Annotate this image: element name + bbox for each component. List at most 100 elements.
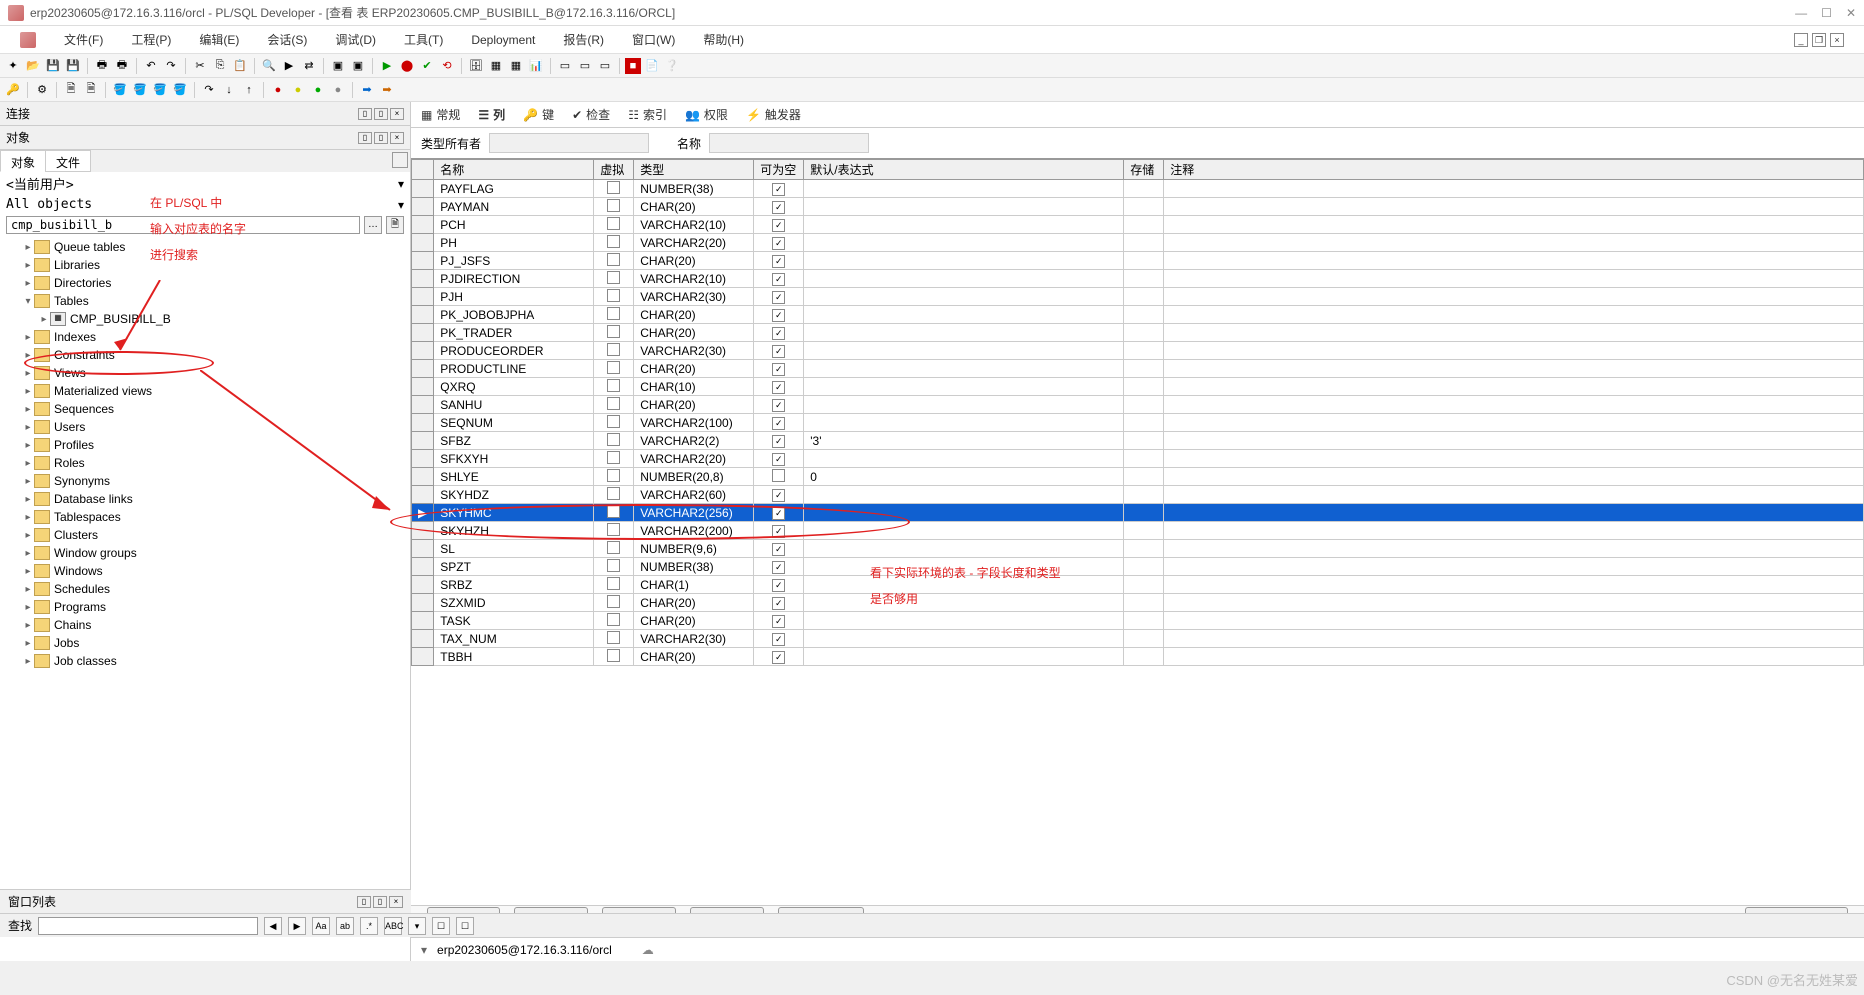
expand-icon[interactable]: ▸ xyxy=(22,602,34,613)
cell-default[interactable] xyxy=(804,504,1124,522)
mdi-close-icon[interactable]: × xyxy=(1830,33,1844,47)
cell-comment[interactable] xyxy=(1164,540,1864,558)
table-row[interactable]: PJ_JSFSCHAR(20) xyxy=(412,252,1864,270)
tab-files[interactable]: 文件 xyxy=(45,150,91,172)
cell-storage[interactable] xyxy=(1124,414,1164,432)
cell-name[interactable]: SKYHZH xyxy=(434,522,594,540)
cell-virtual[interactable] xyxy=(594,324,634,342)
tab-checks[interactable]: ✔检查 xyxy=(572,106,610,123)
cell-storage[interactable] xyxy=(1124,540,1164,558)
find-mark-icon[interactable]: ABC xyxy=(384,917,402,935)
tree-folder-node[interactable]: ▸Libraries xyxy=(0,256,410,274)
dot-green-icon[interactable]: ● xyxy=(309,81,327,99)
column-header[interactable]: 注释 xyxy=(1164,160,1864,180)
cell-default[interactable] xyxy=(804,576,1124,594)
cell-comment[interactable] xyxy=(1164,630,1864,648)
cell-nullable[interactable] xyxy=(754,432,804,450)
panel-close-icon[interactable]: × xyxy=(390,132,404,144)
cell-nullable[interactable] xyxy=(754,468,804,486)
cell-type[interactable]: CHAR(20) xyxy=(634,252,754,270)
cell-storage[interactable] xyxy=(1124,180,1164,198)
cell-default[interactable] xyxy=(804,594,1124,612)
tree-folder-node[interactable]: ▸Queue tables xyxy=(0,238,410,256)
cell-nullable[interactable] xyxy=(754,270,804,288)
tree-folder-node[interactable]: ▸Indexes xyxy=(0,328,410,346)
cell-storage[interactable] xyxy=(1124,450,1164,468)
cell-comment[interactable] xyxy=(1164,576,1864,594)
cell-nullable[interactable] xyxy=(754,198,804,216)
cell-type[interactable]: NUMBER(38) xyxy=(634,180,754,198)
cell-default[interactable] xyxy=(804,324,1124,342)
cell-storage[interactable] xyxy=(1124,468,1164,486)
cell-storage[interactable] xyxy=(1124,252,1164,270)
cell-virtual[interactable] xyxy=(594,378,634,396)
table-row[interactable]: SFKXYH VARCHAR2(20) xyxy=(412,450,1864,468)
cell-type[interactable]: VARCHAR2(30) xyxy=(634,630,754,648)
pdf-icon[interactable]: 📄 xyxy=(643,57,661,75)
table-row[interactable]: PAYMANCHAR(20) xyxy=(412,198,1864,216)
cell-default[interactable] xyxy=(804,630,1124,648)
cell-virtual[interactable] xyxy=(594,486,634,504)
tree-folder-node[interactable]: ▸Users xyxy=(0,418,410,436)
cell-virtual[interactable] xyxy=(594,234,634,252)
dock-icon[interactable]: ▯ xyxy=(373,896,387,908)
cell-default[interactable] xyxy=(804,342,1124,360)
cell-storage[interactable] xyxy=(1124,558,1164,576)
find-regex-icon[interactable]: .* xyxy=(360,917,378,935)
table-row[interactable]: PHVARCHAR2(20) xyxy=(412,234,1864,252)
cell-default[interactable] xyxy=(804,558,1124,576)
cell-type[interactable]: VARCHAR2(2) xyxy=(634,432,754,450)
cell-name[interactable]: SL xyxy=(434,540,594,558)
copy-icon[interactable]: ⎘ xyxy=(211,57,229,75)
find-prev-icon[interactable]: ◀ xyxy=(264,917,282,935)
column-header[interactable]: 类型 xyxy=(634,160,754,180)
cell-virtual[interactable] xyxy=(594,558,634,576)
cell-default[interactable]: '3' xyxy=(804,432,1124,450)
compile-icon[interactable]: ▣ xyxy=(329,57,347,75)
cell-virtual[interactable] xyxy=(594,270,634,288)
find-word-icon[interactable]: ab xyxy=(336,917,354,935)
cell-default[interactable] xyxy=(804,648,1124,666)
cell-nullable[interactable] xyxy=(754,234,804,252)
name-field[interactable] xyxy=(709,133,869,153)
cell-default[interactable] xyxy=(804,540,1124,558)
cell-virtual[interactable] xyxy=(594,360,634,378)
cell-type[interactable]: VARCHAR2(20) xyxy=(634,450,754,468)
cell-default[interactable] xyxy=(804,378,1124,396)
find-input[interactable] xyxy=(38,917,258,935)
cell-comment[interactable] xyxy=(1164,360,1864,378)
bucket4-icon[interactable]: 🪣 xyxy=(171,81,189,99)
cell-type[interactable]: CHAR(20) xyxy=(634,306,754,324)
saveall-icon[interactable]: 💾 xyxy=(64,57,82,75)
menu-deployment[interactable]: Deployment xyxy=(471,33,535,47)
panel-objects[interactable]: 对象 ▯▯× xyxy=(0,126,410,150)
cell-virtual[interactable] xyxy=(594,198,634,216)
cell-nullable[interactable] xyxy=(754,612,804,630)
arrow-right2-icon[interactable]: ➡ xyxy=(378,81,396,99)
cell-storage[interactable] xyxy=(1124,630,1164,648)
cell-nullable[interactable] xyxy=(754,252,804,270)
table-row[interactable]: PCHVARCHAR2(10) xyxy=(412,216,1864,234)
find-next-icon[interactable]: ▶ xyxy=(288,917,306,935)
help-icon[interactable]: ❔ xyxy=(663,57,681,75)
cell-storage[interactable] xyxy=(1124,432,1164,450)
expand-icon[interactable]: ▸ xyxy=(22,440,34,451)
step-into-icon[interactable]: ↓ xyxy=(220,81,238,99)
cell-storage[interactable] xyxy=(1124,576,1164,594)
cell-storage[interactable] xyxy=(1124,306,1164,324)
open-icon[interactable]: 📂 xyxy=(24,57,42,75)
cell-nullable[interactable] xyxy=(754,378,804,396)
cell-name[interactable]: SFKXYH xyxy=(434,450,594,468)
table-row[interactable]: SEQNUMVARCHAR2(100) xyxy=(412,414,1864,432)
table-row[interactable]: PAYFLAGNUMBER(38) xyxy=(412,180,1864,198)
table-row[interactable]: TAX_NUMVARCHAR2(30) xyxy=(412,630,1864,648)
cell-comment[interactable] xyxy=(1164,504,1864,522)
tab-refresh-icon[interactable] xyxy=(392,152,408,168)
menu-edit[interactable]: 编辑(E) xyxy=(199,31,239,48)
tree-folder-node[interactable]: ▸Programs xyxy=(0,598,410,616)
cell-nullable[interactable] xyxy=(754,450,804,468)
tree-folder-node[interactable]: ▸Schedules xyxy=(0,580,410,598)
cell-default[interactable] xyxy=(804,180,1124,198)
expand-icon[interactable]: ▸ xyxy=(22,278,34,289)
printset-icon[interactable]: 🖶 xyxy=(113,57,131,75)
